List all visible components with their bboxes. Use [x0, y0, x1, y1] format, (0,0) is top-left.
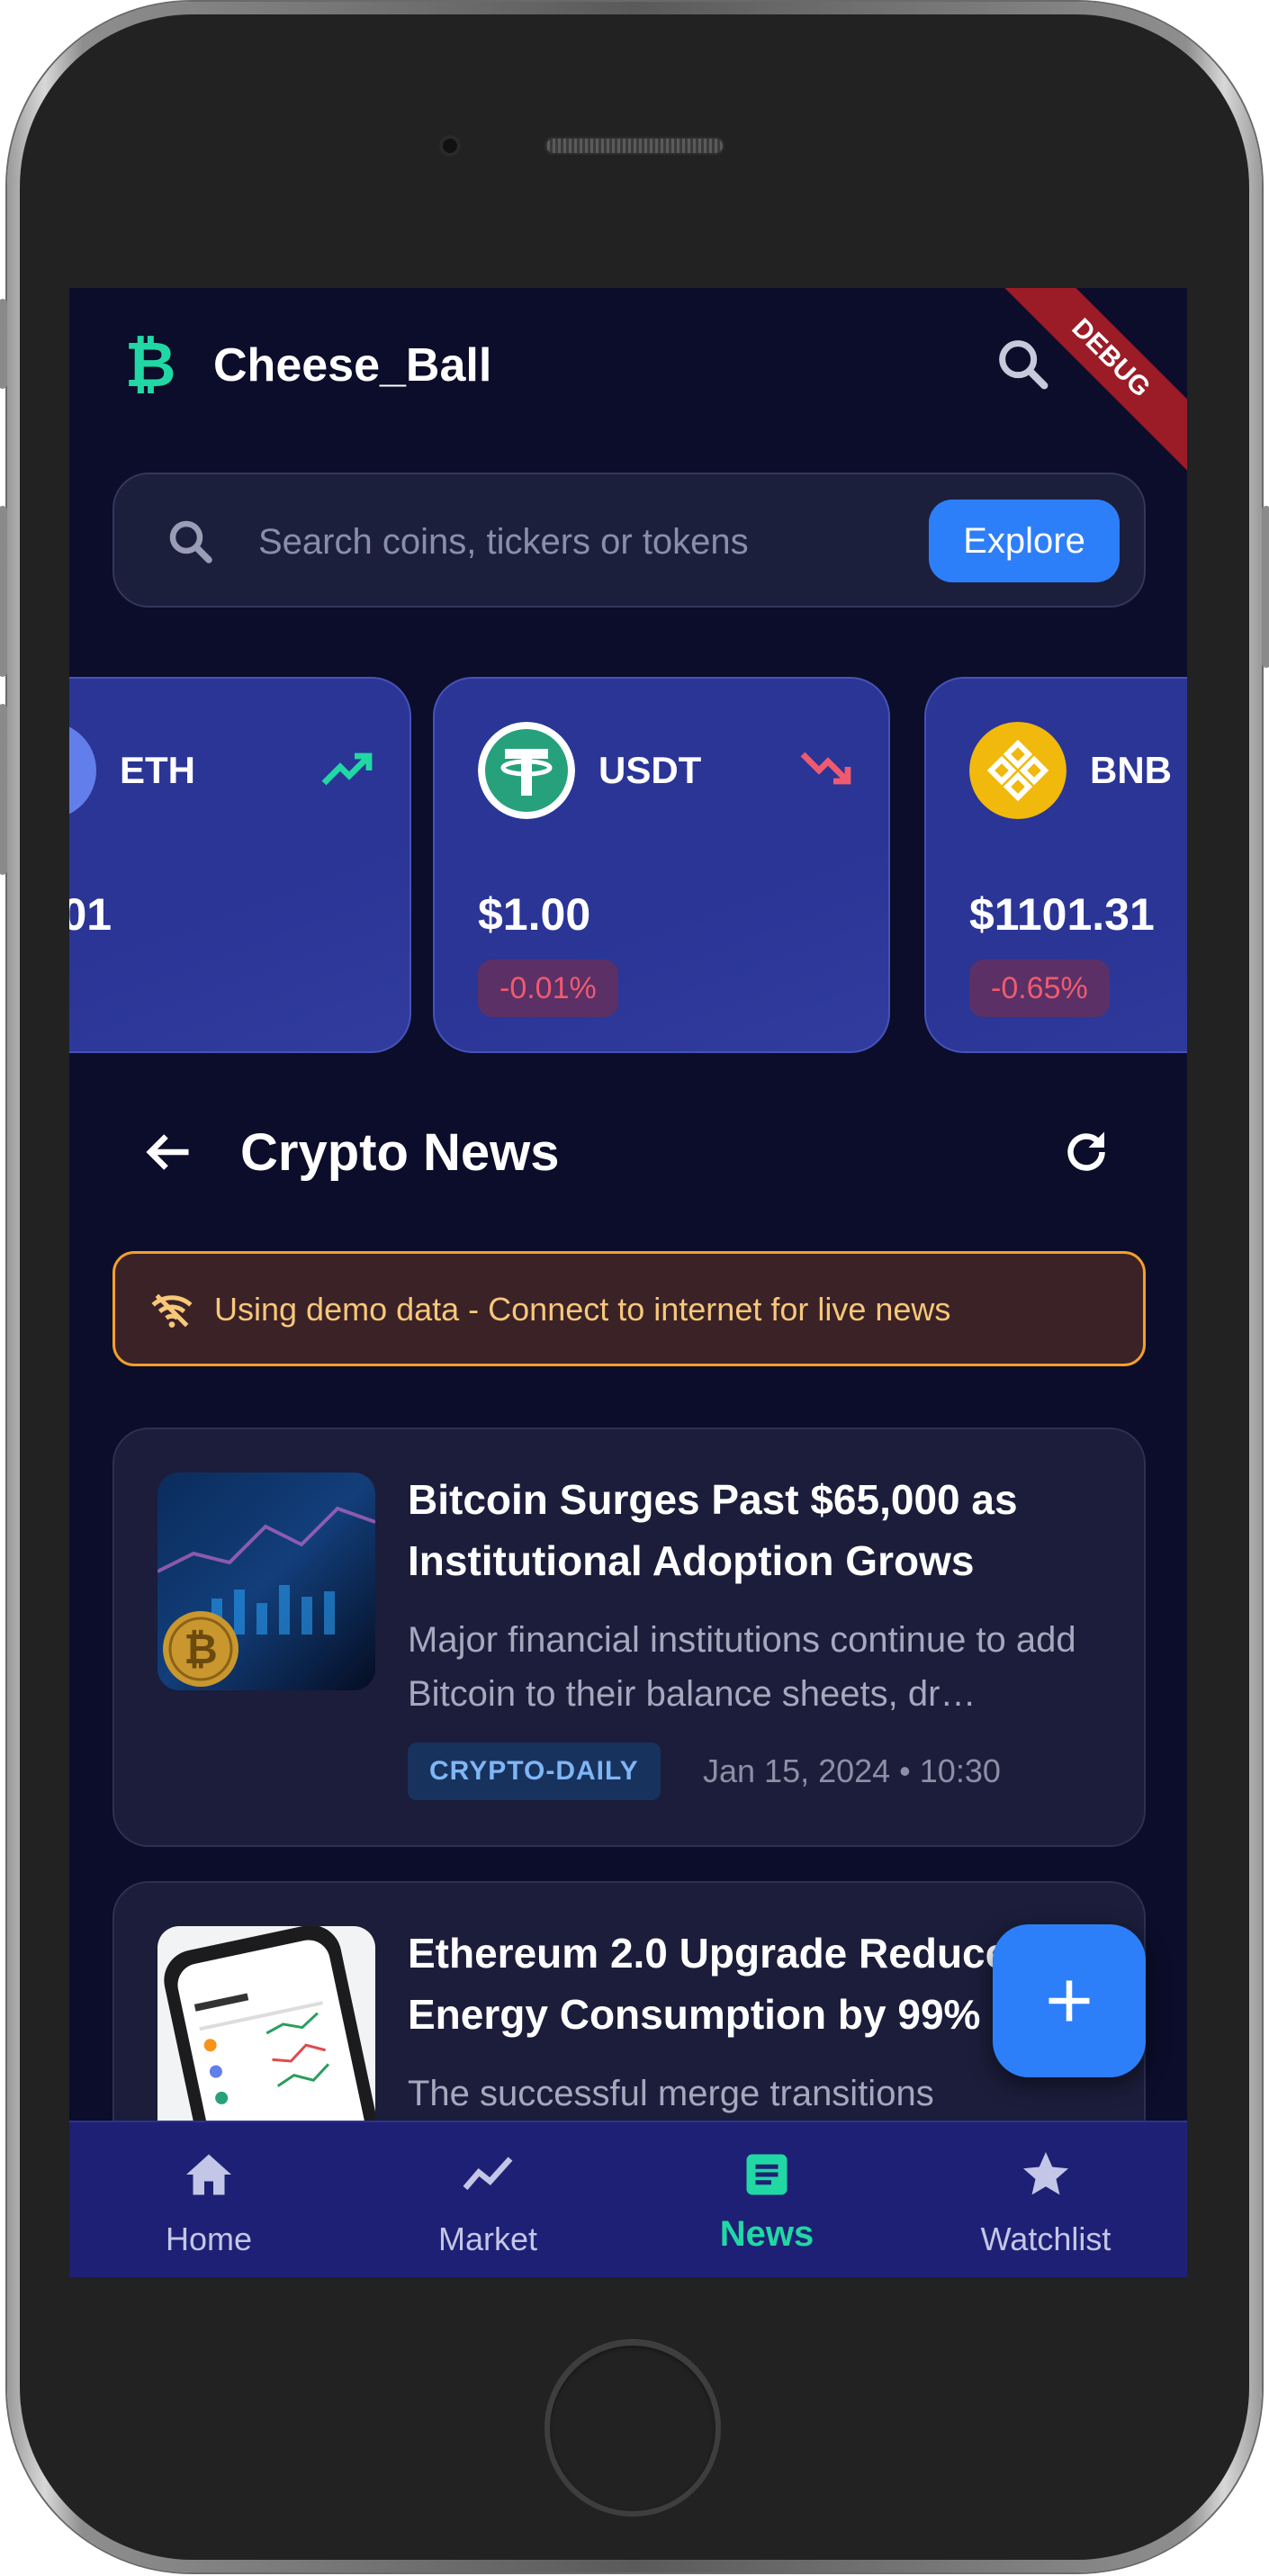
home-icon: [186, 2154, 231, 2195]
coin-change-badge: -0.65%: [969, 959, 1110, 1017]
coin-search-bar[interactable]: Search coins, tickers or tokens Explore: [112, 473, 1146, 608]
article-summary: The successful merge transitions: [408, 2074, 934, 2113]
demo-data-banner: Using demo data - Connect to internet fo…: [112, 1251, 1146, 1366]
volume-up-button: [0, 506, 7, 677]
coin-card-bnb[interactable]: BNB $1101.31 -0.65%: [924, 677, 1187, 1053]
back-arrow-icon[interactable]: [141, 1125, 195, 1179]
coin-price: $...01: [69, 889, 112, 940]
wifi-off-icon: [151, 1293, 193, 1328]
nav-label: Market: [437, 2220, 538, 2257]
article-thumbnail: [158, 1926, 375, 2144]
bitcoin-logo-icon: ₿: [124, 329, 176, 400]
bottom-navigation: Home Market News Watchlist: [69, 2121, 1187, 2277]
refresh-icon[interactable]: [1059, 1125, 1113, 1179]
article-source-badge: CRYPTO-DAILY: [408, 1743, 661, 1800]
nav-item-watchlist[interactable]: Watchlist: [906, 2122, 1185, 2277]
silent-switch: [0, 299, 7, 389]
trending-down-icon: [800, 752, 851, 785]
search-icon[interactable]: [992, 333, 1055, 396]
add-button[interactable]: [993, 1924, 1146, 2077]
app-bar: ₿ Cheese_Ball DEBUG: [69, 288, 1187, 475]
home-button[interactable]: [544, 2340, 721, 2517]
trending-up-icon: [321, 752, 373, 786]
coin-symbol: USDT: [598, 749, 702, 791]
demo-data-message: Using demo data - Connect to internet fo…: [214, 1291, 951, 1328]
nav-item-news[interactable]: News: [627, 2122, 906, 2277]
front-camera: [439, 135, 461, 157]
search-input[interactable]: Search coins, tickers or tokens: [258, 518, 749, 566]
news-card[interactable]: ₿ Bitcoin Surges Past $65,000 as Institu…: [112, 1428, 1146, 1847]
power-button: [1262, 506, 1269, 668]
nav-item-market[interactable]: Market: [348, 2122, 627, 2277]
coin-symbol: ETH: [120, 749, 195, 791]
article-icon: [746, 2154, 788, 2195]
coin-card-usdt[interactable]: USDT $1.00 -0.01%: [433, 677, 890, 1053]
nav-label: Watchlist: [980, 2220, 1112, 2257]
tether-icon: [478, 722, 575, 819]
article-date: Jan 15, 2024 • 10:30: [703, 1752, 1001, 1789]
plus-icon: [1048, 1980, 1090, 2022]
star-icon: [1023, 2152, 1068, 2195]
coin-symbol: BNB: [1090, 749, 1172, 791]
app-screen: ₿ Cheese_Ball DEBUG Search coins, ticker…: [69, 288, 1187, 2277]
earpiece-speaker: [544, 137, 724, 155]
article-headline: Bitcoin Surges Past $65,000 as Instituti…: [408, 1476, 1018, 1584]
nav-item-home[interactable]: Home: [69, 2122, 348, 2277]
explore-button[interactable]: Explore: [929, 500, 1120, 582]
nav-label: News: [719, 2214, 814, 2254]
page-title: Crypto News: [240, 1123, 560, 1182]
bnb-icon: [969, 722, 1066, 819]
search-icon: [169, 520, 212, 563]
coin-card-eth[interactable]: ETH $...01: [69, 677, 411, 1053]
svg-text:₿: ₿: [184, 1625, 218, 1673]
article-summary: Major financial institutions continue to…: [408, 1620, 1076, 1714]
coin-price: $1.00: [478, 889, 591, 940]
volume-down-button: [0, 704, 7, 875]
ethereum-icon: [69, 722, 96, 819]
article-thumbnail: ₿: [158, 1473, 375, 1690]
coin-change-badge: -0.01%: [478, 959, 618, 1017]
news-header: Crypto News: [69, 1098, 1187, 1206]
app-title: Cheese_Ball: [213, 339, 492, 392]
coin-price: $1101.31: [969, 889, 1155, 940]
chart-icon: [463, 2157, 513, 2191]
nav-label: Home: [165, 2220, 253, 2257]
